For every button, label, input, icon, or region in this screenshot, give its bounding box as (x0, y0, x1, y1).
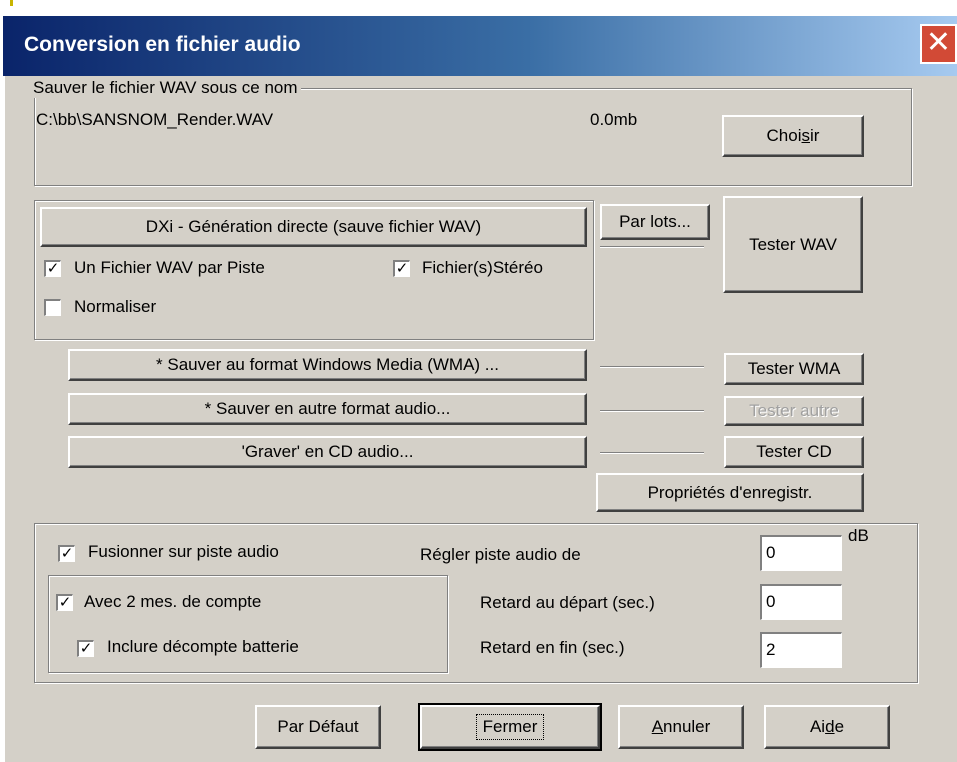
adjust-track-label: Régler piste audio de (420, 545, 581, 564)
close-button[interactable]: ✕ (920, 24, 957, 64)
test-wma-button[interactable]: Tester WMA (724, 353, 864, 385)
cancel-button[interactable]: Annuler (618, 705, 744, 749)
cd-separator (600, 452, 704, 454)
save-other-format-button[interactable]: * Sauver en autre format audio... (68, 393, 587, 425)
save-wma-button[interactable]: * Sauver au format Windows Media (WMA) .… (68, 349, 587, 381)
close-icon: ✕ (925, 25, 952, 60)
merge-track-checkbox[interactable]: ✓ (58, 545, 75, 562)
choose-button-label: Choisir (766, 126, 820, 145)
defaults-button[interactable]: Par Défaut (255, 705, 381, 749)
start-delay-label: Retard au départ (sec.) (480, 593, 655, 612)
db-unit-label: dB (848, 526, 869, 545)
adjust-track-input[interactable]: 0 (760, 535, 842, 571)
test-wav-button[interactable]: Tester WAV (723, 196, 863, 293)
save-file-size: 0.0mb (590, 110, 638, 129)
choose-button[interactable]: Choisir (722, 115, 864, 157)
save-file-path: C:\bb\SANSNOM_Render.WAV (36, 110, 274, 129)
start-delay-input[interactable]: 0 (760, 584, 842, 620)
drum-countdown-checkbox[interactable]: ✓ (77, 640, 94, 657)
corner-marker (10, 0, 13, 6)
recording-properties-button[interactable]: Propriétés d'enregistr. (596, 473, 864, 512)
count-in-group (48, 575, 448, 673)
count-in-label: Avec 2 mes. de compte (84, 592, 262, 611)
check-icon: ✓ (58, 593, 72, 611)
check-icon: ✓ (79, 639, 93, 657)
end-delay-label: Retard en fin (sec.) (480, 638, 625, 657)
window-title: Conversion en fichier audio (24, 33, 301, 56)
drum-countdown-label: Inclure décompte batterie (107, 637, 299, 656)
stereo-checkbox[interactable]: ✓ (393, 260, 410, 277)
test-cd-button[interactable]: Tester CD (724, 436, 864, 468)
merge-track-label: Fusionner sur piste audio (88, 542, 279, 561)
dxi-direct-render-button[interactable]: DXi - Génération directe (sauve fichier … (40, 207, 587, 247)
end-delay-input[interactable]: 2 (760, 632, 842, 668)
check-icon: ✓ (60, 544, 74, 562)
one-wav-per-track-label: Un Fichier WAV par Piste (74, 258, 265, 277)
other-separator (600, 410, 704, 412)
one-wav-per-track-checkbox[interactable]: ✓ (44, 260, 61, 277)
save-file-legend: Sauver le fichier WAV sous ce nom (30, 78, 301, 98)
batch-button[interactable]: Par lots... (600, 204, 710, 240)
check-icon: ✓ (46, 259, 60, 277)
check-icon: ✓ (395, 259, 409, 277)
close-dialog-button[interactable]: Fermer (418, 703, 602, 751)
burn-cd-button[interactable]: 'Graver' en CD audio... (68, 436, 587, 468)
help-button[interactable]: Aide (764, 705, 890, 749)
stereo-label: Fichier(s)Stéréo (422, 258, 543, 277)
test-other-button[interactable]: Tester autre (724, 396, 864, 426)
batch-separator (600, 246, 704, 248)
count-in-checkbox[interactable]: ✓ (56, 594, 73, 611)
wma-separator (600, 366, 704, 368)
normalize-label: Normaliser (74, 297, 157, 316)
normalize-checkbox[interactable] (44, 299, 61, 316)
